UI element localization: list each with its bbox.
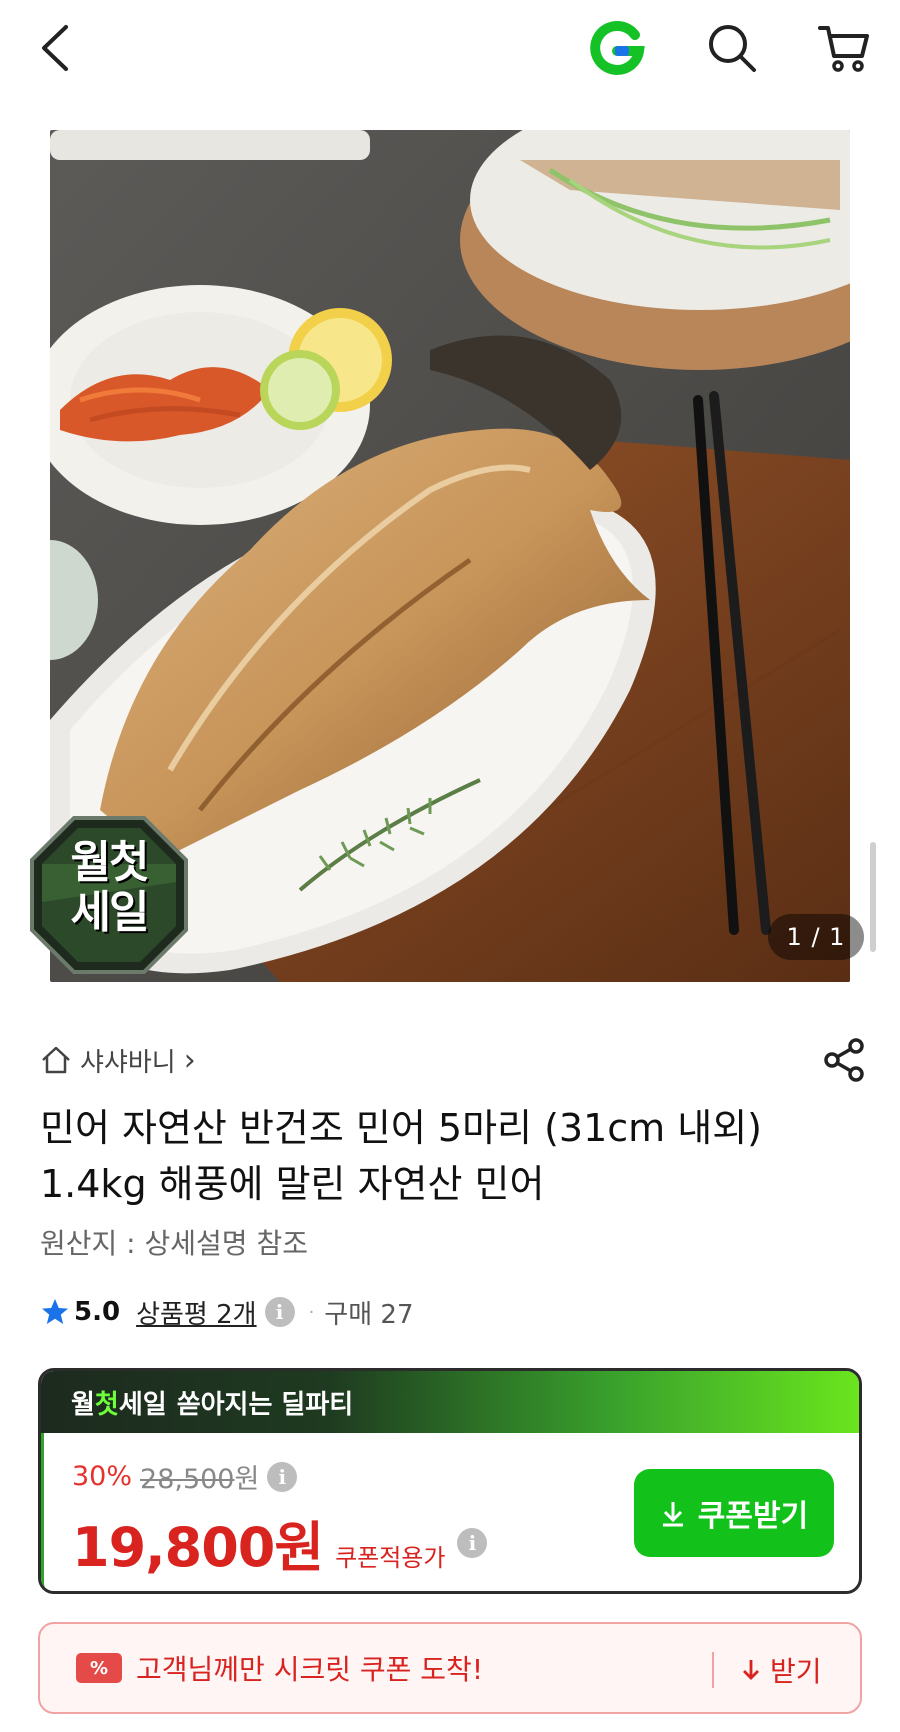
star-icon [42,1299,68,1324]
back-button[interactable] [30,18,80,78]
get-coupon-button[interactable]: 쿠폰받기 [634,1469,834,1557]
download-arrow-icon [662,1502,683,1527]
g-logo-icon [590,21,645,75]
get-coupon-label: 쿠폰받기 [697,1500,809,1533]
review-count-link[interactable]: 상품평 2개 [136,1294,257,1331]
original-price: 28,500 [140,1464,235,1495]
divider [712,1652,714,1688]
rating-row: 5.0 상품평 2개 i · 구매 27 [40,1292,414,1332]
sale-price-row: 19,800원 쿠폰적용가 i [72,1503,488,1582]
deal-header-word2: 첫 [94,1389,119,1420]
separator-dot: · [308,1301,315,1323]
cart-button[interactable] [812,16,876,80]
info-icon[interactable]: i [457,1527,488,1558]
product-title: 민어 자연산 반건조 민어 5마리 (31cm 내외) 1.4kg 해풍에 말린… [40,1106,763,1206]
deal-header: 월첫세일 쏟아지는 딜파티 [41,1371,859,1433]
share-icon [824,1038,864,1082]
search-icon [709,25,756,72]
purchase-count: 구매 27 [324,1299,414,1330]
origin-info: 원산지 : 상세설명 참조 [40,1227,308,1260]
share-button[interactable] [820,1036,868,1084]
receive-label: 받기 [770,1655,822,1688]
discount-percent: 30% [72,1461,133,1492]
secret-coupon-banner[interactable]: % 고객님께만 시크릿 쿠폰 도착! 받기 [38,1622,862,1714]
deal-body: 30% 28,500원 i 19,800원 쿠폰적용가 i 쿠폰받기 [41,1433,859,1591]
search-button[interactable] [702,18,762,78]
badge-line2: 세일 [70,887,150,938]
coupon-applied-label: 쿠폰적용가 [335,1544,446,1572]
deal-header-tail: 쏟아지는 딜파티 [176,1389,354,1420]
deal-party-box: 월첫세일 쏟아지는 딜파티 30% 28,500원 i 19,800원 쿠폰적용… [38,1368,862,1594]
scrollbar[interactable] [870,842,876,952]
seller-link[interactable]: 샤샤바니 › [40,1040,196,1080]
monthly-first-sale-badge: 월첫 세일 [26,812,192,978]
info-icon[interactable]: i [267,1461,298,1492]
rating-score: 5.0 [74,1297,121,1327]
top-bar [0,0,900,100]
seller-name: 샤샤바니 [80,1047,176,1078]
badge-line1: 월첫 [70,837,150,888]
info-icon[interactable]: i [264,1297,295,1327]
coupon-ticket-icon: % [76,1653,122,1683]
sale-price: 19,800원 [72,1516,324,1579]
cart-icon [818,26,869,72]
original-price-unit: 원 [234,1464,260,1495]
gmarket-logo[interactable] [586,18,648,80]
image-page-indicator: 1 / 1 [768,914,864,960]
deal-header-word1: 월 [71,1389,95,1420]
chevron-right-icon: › [183,1042,196,1078]
deal-header-word3: 세일 [118,1389,167,1420]
home-icon [42,1046,70,1074]
chevron-left-icon [42,25,68,71]
secret-coupon-receive-button[interactable]: 받기 [740,1646,822,1694]
download-arrow-icon [743,1660,759,1680]
discount-row: 30% 28,500원 i [72,1457,298,1496]
secret-coupon-message: 고객님께만 시크릿 쿠폰 도착! [136,1653,484,1686]
